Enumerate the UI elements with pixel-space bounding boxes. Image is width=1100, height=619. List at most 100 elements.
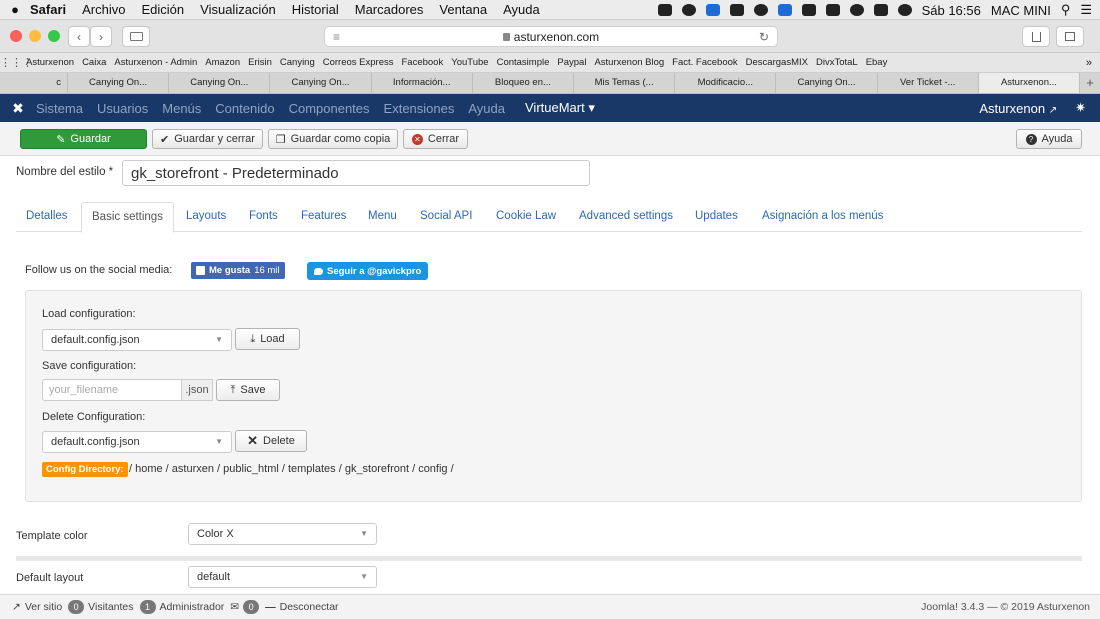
time-machine-icon[interactable] — [849, 4, 864, 16]
tab-advanced-settings[interactable]: Advanced settings — [579, 202, 673, 232]
back-button[interactable]: ‹ — [68, 26, 90, 47]
menu-ventana[interactable]: Ventana — [439, 2, 487, 17]
bookmark-item[interactable]: Correos Express — [323, 57, 394, 68]
notification-center-icon[interactable]: ☰ — [1080, 2, 1092, 18]
evernote-icon[interactable] — [801, 4, 816, 16]
messages-status[interactable]: ✉ 0 — [230, 600, 260, 614]
browser-tab[interactable]: Información... — [372, 73, 473, 93]
tab-basic-settings[interactable]: Basic settings — [81, 202, 174, 233]
nav-contenido[interactable]: Contenido — [215, 101, 274, 116]
joomla-logo-icon[interactable]: ✖ — [0, 100, 36, 117]
delete-config-button[interactable]: ✕ Delete — [235, 430, 307, 452]
browser-tab[interactable]: Mis Temas (... — [574, 73, 676, 93]
default-layout-select[interactable]: default ▼ — [188, 566, 377, 588]
load-config-select[interactable]: default.config.json ▼ — [42, 329, 232, 351]
tab-social-api[interactable]: Social API — [420, 202, 472, 232]
antivirus-icon[interactable] — [825, 4, 840, 16]
bookmark-item[interactable]: DescargasMIX — [746, 57, 808, 68]
browser-tab[interactable]: Canying On... — [169, 73, 271, 93]
menu-historial[interactable]: Historial — [292, 2, 339, 17]
nav-sistema[interactable]: Sistema — [36, 101, 83, 116]
bookmark-item[interactable]: Facebook — [402, 57, 444, 68]
save-close-button[interactable]: ✔ Guardar y cerrar — [152, 129, 263, 149]
menu-app-safari[interactable]: Safari — [30, 2, 66, 17]
bluetooth-icon[interactable] — [873, 4, 888, 16]
view-site-link[interactable]: ↗ Ver sitio — [12, 601, 62, 613]
tab-updates[interactable]: Updates — [695, 202, 738, 232]
upload-icon[interactable] — [657, 4, 672, 16]
nav-menus[interactable]: Menús — [162, 101, 201, 116]
device-name[interactable]: MAC MINI — [991, 3, 1051, 18]
nav-componentes[interactable]: Componentes — [289, 101, 370, 116]
help-button[interactable]: ? Ayuda — [1016, 129, 1082, 149]
load-button[interactable]: ⤓ Load — [235, 328, 300, 350]
bookmark-item[interactable]: DivxTotaL — [816, 57, 858, 68]
bookmark-item[interactable]: YouTube — [451, 57, 488, 68]
admin-status[interactable]: 1 Administrador — [139, 600, 224, 614]
bookmark-item[interactable]: Canying — [280, 57, 315, 68]
save-config-button[interactable]: ⤒ Save — [216, 379, 280, 401]
wifi-icon[interactable] — [897, 4, 912, 16]
bookmarks-overflow-icon[interactable]: » — [1086, 57, 1092, 69]
bookmark-item[interactable]: Ebay — [866, 57, 888, 68]
cloud-icon[interactable] — [729, 4, 744, 16]
menu-visualizacion[interactable]: Visualización — [200, 2, 276, 17]
visitors-status[interactable]: 0 Visitantes — [68, 600, 134, 614]
address-bar[interactable]: ≡ asturxenon.com ↻ — [324, 26, 778, 47]
menu-marcadores[interactable]: Marcadores — [355, 2, 424, 17]
sidebar-button[interactable] — [122, 26, 150, 47]
browser-tab[interactable]: Modificacio... — [675, 73, 777, 93]
tab-features[interactable]: Features — [301, 202, 346, 232]
nav-ayuda[interactable]: Ayuda — [468, 101, 505, 116]
spotlight-icon[interactable]: ⚲ — [1061, 2, 1071, 18]
forward-button[interactable]: › — [90, 26, 112, 47]
tab-layouts[interactable]: Layouts — [186, 202, 226, 232]
style-name-input[interactable]: gk_storefront - Predeterminado — [122, 160, 590, 186]
browser-tab[interactable]: Canying On... — [270, 73, 372, 93]
bookmark-item[interactable]: Erisin — [248, 57, 272, 68]
bookmark-item[interactable]: Contasimple — [497, 57, 550, 68]
tab-cookie-law[interactable]: Cookie Law — [496, 202, 556, 232]
browser-tab[interactable]: Canying On... — [68, 73, 170, 93]
browser-tab[interactable]: Canying On... — [776, 73, 878, 93]
logout-link[interactable]: — Desconectar — [265, 601, 338, 613]
app-status-icon[interactable] — [753, 4, 768, 16]
apple-icon[interactable]: ● — [0, 2, 30, 17]
nav-virtuemart[interactable]: VirtueMart ▾ — [525, 100, 595, 116]
reader-icon[interactable]: ≡ — [333, 30, 340, 44]
save-button[interactable]: ✎ Guardar — [20, 129, 147, 149]
bookmark-item[interactable]: Asturxenon Blog — [594, 57, 664, 68]
save-as-copy-button[interactable]: ❐ Guardar como copia — [268, 129, 398, 149]
tab-menu-assignment[interactable]: Asignación a los menús — [762, 202, 883, 232]
bookmark-item[interactable]: Fact. Facebook — [672, 57, 737, 68]
menu-edicion[interactable]: Edición — [142, 2, 185, 17]
menu-archivo[interactable]: Archivo — [82, 2, 125, 17]
browser-tab[interactable]: Ver Ticket -... — [878, 73, 979, 93]
template-color-select[interactable]: Color X ▼ — [188, 523, 377, 545]
tab-detalles[interactable]: Detalles — [26, 202, 68, 232]
browser-tab[interactable]: c — [0, 73, 68, 93]
close-window-icon[interactable] — [10, 30, 22, 42]
url-text[interactable]: asturxenon.com — [514, 30, 599, 44]
facebook-like-button[interactable]: Me gusta 16 mil — [191, 262, 285, 279]
nav-extensiones[interactable]: Extensiones — [384, 101, 455, 116]
site-link[interactable]: Asturxenon ↗ — [979, 101, 1057, 116]
zoom-window-icon[interactable] — [48, 30, 60, 42]
bookmark-item[interactable]: Asturxenon - Admin — [114, 57, 197, 68]
skype-icon[interactable] — [681, 4, 696, 16]
bookmark-item[interactable]: Asturxenon — [26, 57, 74, 68]
dropbox-icon[interactable] — [705, 4, 720, 16]
bookmark-item[interactable]: Amazon — [205, 57, 240, 68]
nav-usuarios[interactable]: Usuarios — [97, 101, 148, 116]
settings-gear-icon[interactable]: ✷ — [1075, 100, 1086, 116]
new-tab-icon[interactable]: + — [1080, 73, 1100, 93]
close-button[interactable]: ✕ Cerrar — [403, 129, 468, 149]
browser-tab-active[interactable]: Asturxenon... — [978, 73, 1081, 93]
menu-ayuda[interactable]: Ayuda — [503, 2, 540, 17]
share-button[interactable] — [1022, 26, 1050, 47]
bookmark-item[interactable]: Paypal — [557, 57, 586, 68]
browser-tab[interactable]: Bloqueo en... — [473, 73, 575, 93]
bookmark-item[interactable]: Caixa — [82, 57, 106, 68]
config-filename-input[interactable]: your_filename — [42, 379, 182, 401]
show-tabs-button[interactable] — [1056, 26, 1084, 47]
